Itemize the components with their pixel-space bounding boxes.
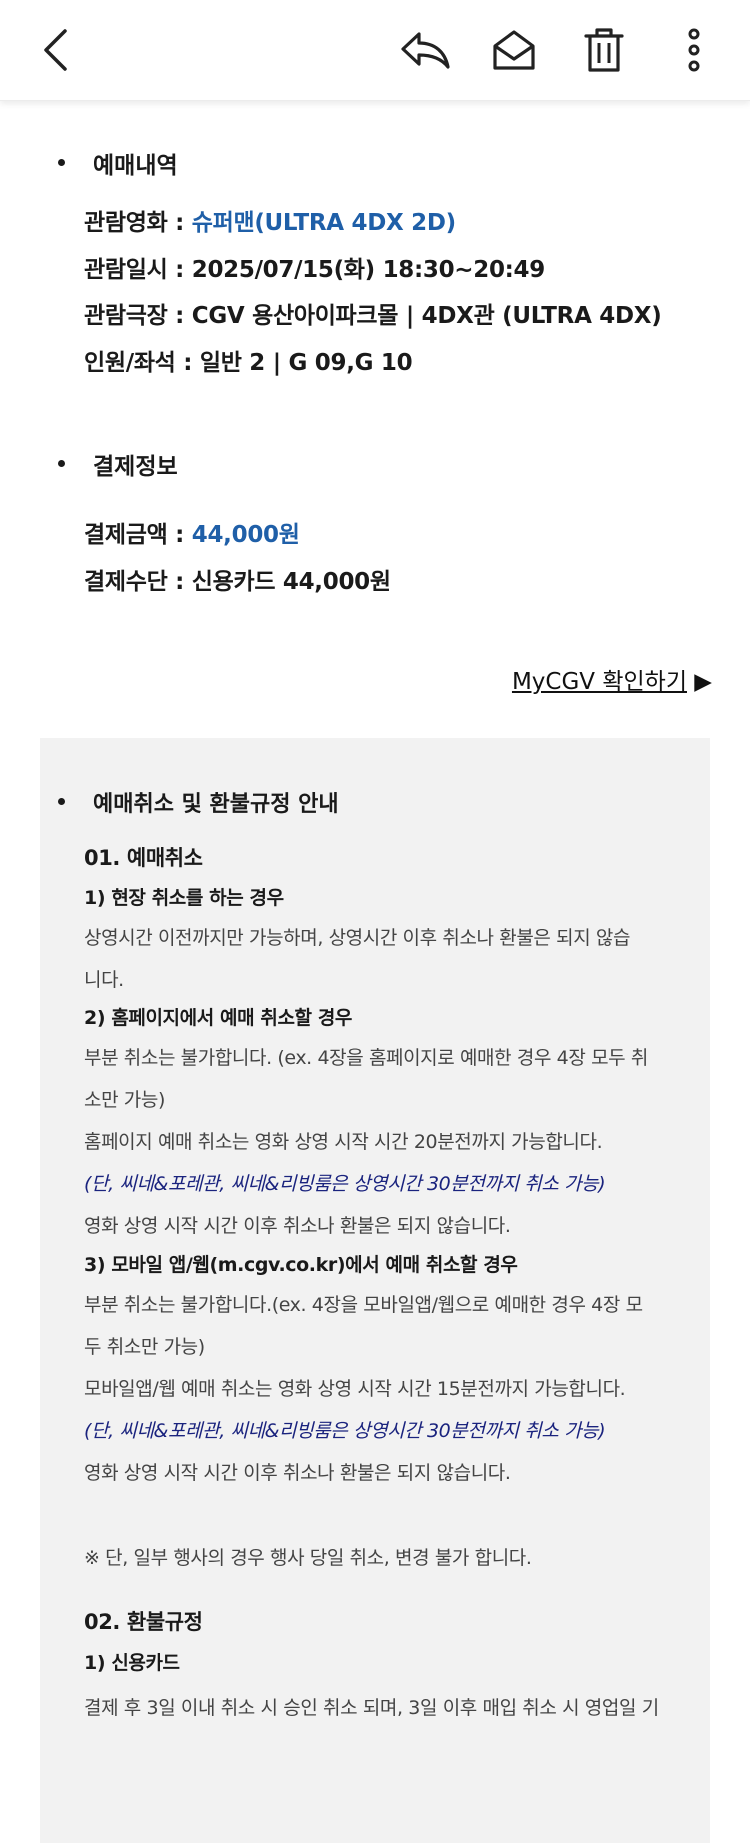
back-button[interactable] bbox=[28, 22, 84, 78]
booking-heading: 예매내역 bbox=[58, 146, 178, 180]
subsection-onsite: 1) 현장 취소를 하는 경우 bbox=[84, 887, 284, 909]
payment-heading-text: 결제정보 bbox=[93, 454, 178, 480]
top-toolbar bbox=[0, 0, 750, 101]
policy-heading: 예매취소 및 환불규정 안내 bbox=[58, 786, 339, 818]
more-button[interactable] bbox=[666, 22, 722, 78]
delete-button[interactable] bbox=[576, 22, 632, 78]
policy-text: 부분 취소는 불가합니다. (ex. 4장을 홈페이지로 예매한 경우 4장 모… bbox=[84, 1047, 648, 1069]
policy-text: 결제 후 3일 이내 취소 시 승인 취소 되며, 3일 이후 매입 취소 시 … bbox=[84, 1697, 659, 1719]
trash-icon bbox=[584, 28, 624, 72]
back-arrow-icon bbox=[44, 29, 67, 71]
policy-text: 두 취소만 가능) bbox=[84, 1336, 205, 1358]
subsection-homepage: 2) 홈페이지에서 예매 취소할 경우 bbox=[84, 1007, 353, 1029]
policy-text: 소만 가능) bbox=[84, 1089, 165, 1111]
open-mail-icon bbox=[493, 30, 535, 70]
policy-text: 부분 취소는 불가합니다.(ex. 4장을 모바일앱/웹으로 예매한 경우 4장… bbox=[84, 1294, 643, 1316]
movie-line: 관람영화 : 슈퍼맨(ULTRA 4DX 2D) bbox=[84, 203, 456, 237]
amount-value: 44,000원 bbox=[191, 522, 300, 548]
reply-button[interactable] bbox=[397, 22, 453, 78]
policy-text: 니다. bbox=[84, 969, 124, 991]
mycgv-link-label: MyCGV 확인하기 bbox=[511, 669, 687, 695]
policy-text: 영화 상영 시작 시간 이후 취소나 환불은 되지 않습니다. bbox=[84, 1215, 511, 1237]
amount-label: 결제금액 : bbox=[84, 522, 192, 548]
theater-line: 관람극장 : CGV 용산아이파크몰 | 4DX관 (ULTRA 4DX) bbox=[84, 303, 662, 329]
payment-heading: 결제정보 bbox=[58, 447, 178, 481]
bullet-dot bbox=[58, 460, 65, 467]
play-arrow-icon: ▶ bbox=[694, 669, 712, 695]
mark-read-button[interactable] bbox=[486, 22, 542, 78]
policy-heading-text: 예매취소 및 환불규정 안내 bbox=[93, 792, 339, 817]
bullet-dot bbox=[58, 159, 65, 166]
policy-text: 상영시간 이전까지만 가능하며, 상영시간 이후 취소나 환불은 되지 않습 bbox=[84, 927, 631, 949]
movie-value: 슈퍼맨(ULTRA 4DX 2D) bbox=[191, 210, 456, 236]
reply-icon bbox=[401, 32, 450, 69]
policy-panel: 예매취소 및 환불규정 안내 01. 예매취소 1) 현장 취소를 하는 경우 … bbox=[40, 738, 710, 1843]
subsection-mobile: 3) 모바일 앱/웹(m.cgv.co.kr)에서 예매 취소할 경우 bbox=[84, 1254, 518, 1276]
subsection-credit-card: 1) 신용카드 bbox=[84, 1652, 180, 1674]
method-line: 결제수단 : 신용카드 44,000원 bbox=[84, 569, 391, 595]
bullet-dot bbox=[58, 798, 65, 805]
section-refund: 02. 환불규정 bbox=[84, 1610, 203, 1634]
section-cancel: 01. 예매취소 bbox=[84, 846, 203, 870]
movie-label: 관람영화 : bbox=[84, 210, 192, 236]
datetime-line: 관람일시 : 2025/07/15(화) 18:30~20:49 bbox=[84, 257, 545, 283]
policy-text: 모바일앱/웹 예매 취소는 영화 상영 시작 시간 15분전까지 가능합니다. bbox=[84, 1378, 626, 1400]
seats-line: 인원/좌석 : 일반 2 | G 09,G 10 bbox=[84, 350, 413, 376]
policy-text: 홈페이지 예매 취소는 영화 상영 시작 시간 20분전까지 가능합니다. bbox=[84, 1131, 603, 1153]
more-vertical-icon bbox=[688, 28, 700, 72]
booking-heading-text: 예매내역 bbox=[93, 153, 178, 179]
policy-note: (단, 씨네&포레관, 씨네&리빙룸은 상영시간 30분전까지 취소 가능) bbox=[84, 1420, 606, 1442]
policy-text: 영화 상영 시작 시간 이후 취소나 환불은 되지 않습니다. bbox=[84, 1462, 511, 1484]
amount-line: 결제금액 : 44,000원 bbox=[84, 515, 300, 549]
policy-text: ※ 단, 일부 행사의 경우 행사 당일 취소, 변경 불가 합니다. bbox=[84, 1547, 532, 1569]
mycgv-link[interactable]: MyCGV 확인하기 ▶ bbox=[512, 662, 712, 696]
policy-note: (단, 씨네&포레관, 씨네&리빙룸은 상영시간 30분전까지 취소 가능) bbox=[84, 1173, 606, 1195]
